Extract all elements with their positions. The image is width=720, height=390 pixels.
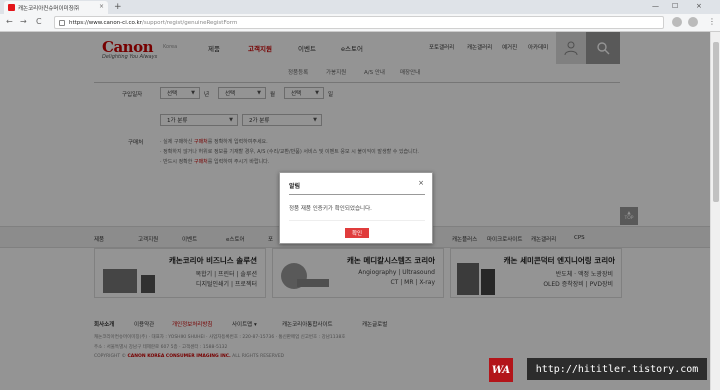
watermark-logo: WA — [489, 358, 513, 382]
address-bar[interactable]: https://www.canon-ci.co.kr /support/regi… — [54, 16, 664, 29]
scrollbar-thumb[interactable] — [713, 42, 719, 202]
close-icon[interactable]: × — [418, 179, 424, 187]
canon-favicon-icon — [8, 4, 15, 11]
browser-tab[interactable]: 캐논코리아컨슈머이미징㈜ × — [4, 1, 108, 14]
dialog-divider — [289, 220, 425, 221]
window-close-icon[interactable]: × — [696, 2, 702, 10]
profile-icon[interactable] — [688, 17, 698, 27]
dialog-divider — [289, 194, 425, 195]
alert-dialog: 알림 × 정품 재품 인증키가 확인되었습니다. 확인 — [279, 172, 433, 244]
reload-icon[interactable]: C — [36, 17, 42, 27]
tab-close-icon[interactable]: × — [99, 3, 104, 10]
url-path: /support/regist/genuineRegistForm — [141, 19, 238, 26]
window-maximize-icon[interactable]: ☐ — [672, 2, 678, 10]
watermark-url: http://hititler.tistory.com — [527, 358, 707, 380]
back-icon[interactable]: ← — [6, 17, 13, 27]
browser-toolbar: ← → C https://www.canon-ci.co.kr /suppor… — [0, 14, 720, 32]
tab-title: 캐논코리아컨슈머이미징㈜ — [18, 5, 80, 12]
url-host: https://www.canon-ci.co.kr — [69, 19, 142, 26]
forward-icon[interactable]: → — [20, 17, 27, 27]
window-minimize-icon[interactable]: — — [652, 2, 659, 10]
new-tab-button[interactable]: + — [114, 1, 122, 13]
dialog-message: 정품 재품 인증키가 확인되었습니다. — [289, 206, 372, 212]
confirm-button[interactable]: 확인 — [345, 228, 369, 238]
extension-icon[interactable] — [672, 17, 682, 27]
page-scrollbar[interactable] — [710, 32, 720, 390]
lock-icon — [59, 19, 65, 26]
browser-menu-icon[interactable]: ⋮ — [708, 17, 716, 27]
browser-tabstrip: 캐논코리아컨슈머이미징㈜ × + — ☐ × — [0, 0, 720, 14]
dialog-title: 알림 — [289, 183, 301, 190]
